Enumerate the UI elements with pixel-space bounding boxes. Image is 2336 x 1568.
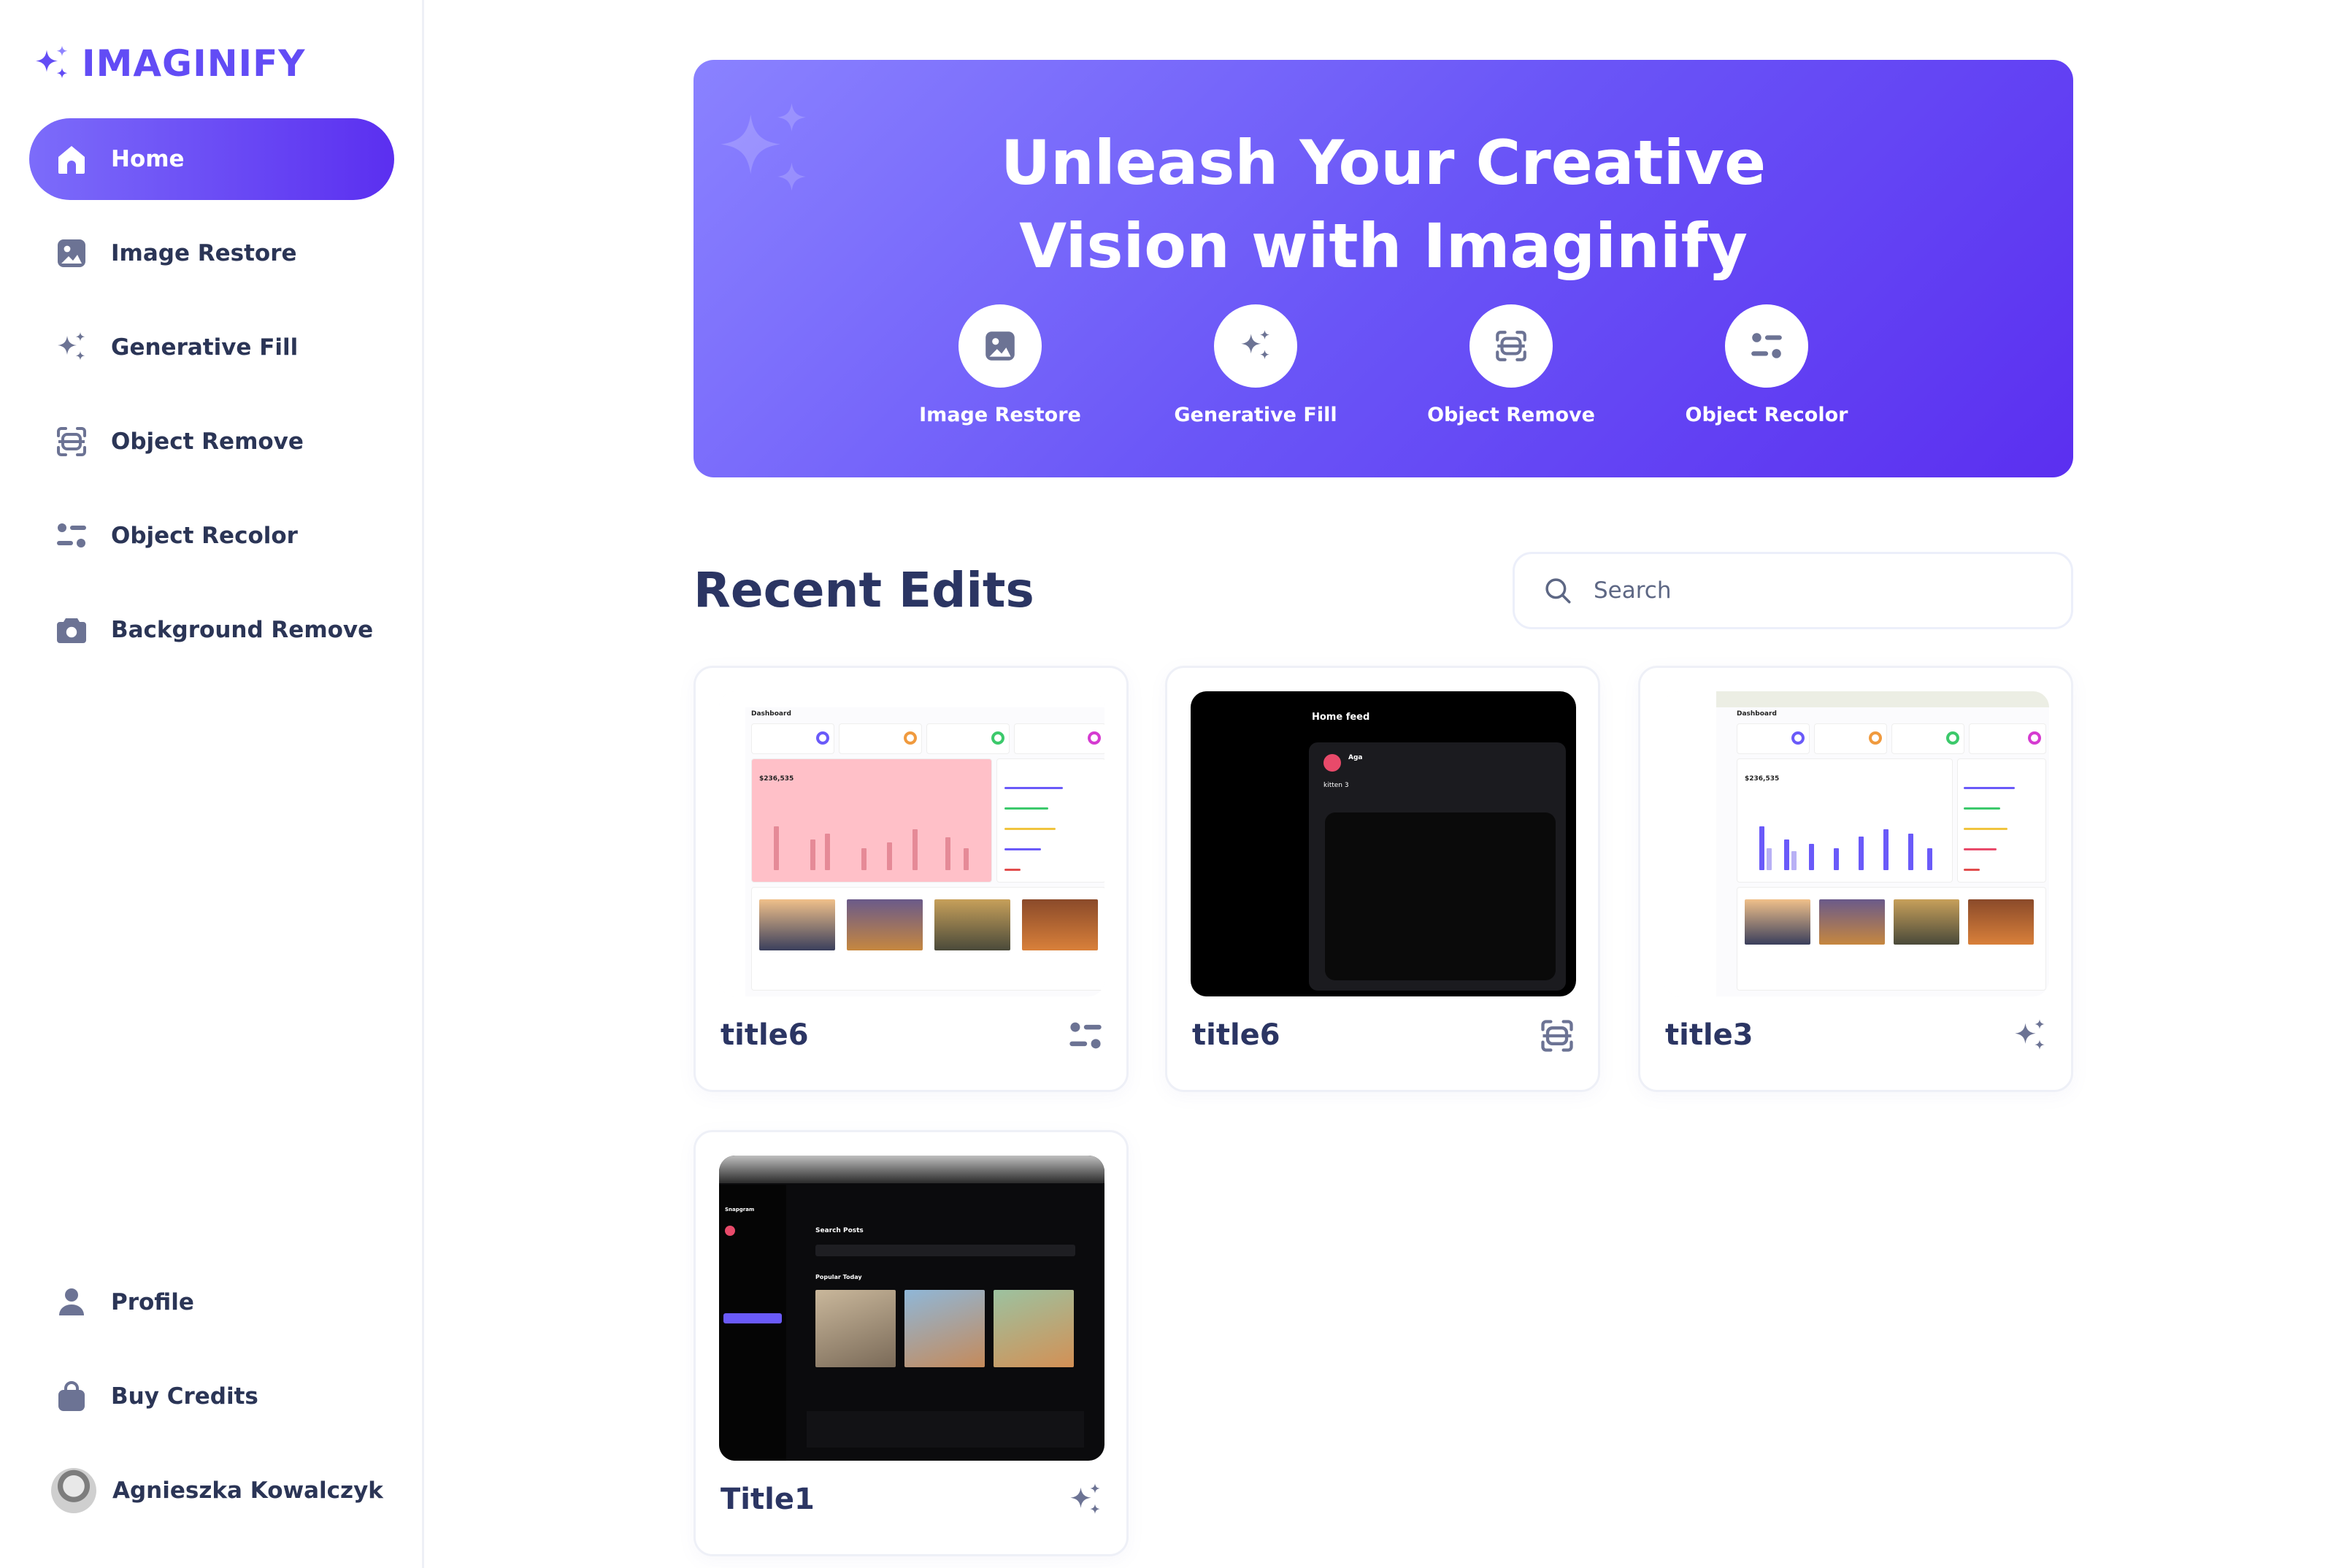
card-title: title6 bbox=[1192, 1018, 1280, 1052]
card-thumbnail: Dashboard $236,535 bbox=[719, 691, 1104, 996]
thumb-heading: Dashboard bbox=[1737, 710, 1777, 718]
sidebar-item-object-recolor[interactable]: Object Recolor bbox=[29, 495, 394, 577]
home-icon bbox=[54, 142, 89, 177]
search-icon bbox=[1542, 575, 1573, 606]
thumb-heading: Search Posts bbox=[815, 1227, 864, 1234]
thumb-revenue: $236,535 bbox=[1745, 775, 1780, 783]
thumb-post-text: kitten 3 bbox=[1323, 782, 1349, 789]
thumb-revenue: $236,535 bbox=[759, 775, 794, 783]
edit-card[interactable]: Snapgram Search Posts Popular Today Titl… bbox=[694, 1130, 1129, 1556]
stars-icon bbox=[1237, 328, 1274, 364]
recent-edits-title: Recent Edits bbox=[694, 562, 1034, 618]
card-thumbnail: Home feed Aga kitten 3 bbox=[1191, 691, 1576, 996]
logo[interactable]: IMAGINIFY bbox=[29, 42, 306, 85]
tool-generative-fill[interactable]: Generative Fill bbox=[1128, 304, 1383, 426]
stars-icon bbox=[2011, 1017, 2049, 1055]
logo-text: IMAGINIFY bbox=[82, 42, 306, 85]
sidebar-item-label: Buy Credits bbox=[111, 1383, 258, 1410]
sidebar-item-label: Background Remove bbox=[111, 617, 374, 643]
scan-icon bbox=[1493, 328, 1529, 364]
sidebar-item-image-restore[interactable]: Image Restore bbox=[29, 212, 394, 294]
tool-label: Object Remove bbox=[1427, 404, 1595, 426]
tool-label: Object Recolor bbox=[1685, 404, 1848, 426]
card-title: Title1 bbox=[721, 1483, 815, 1516]
banner-title-line-1: Unleash Your Creative bbox=[1000, 127, 1767, 199]
thumb-heading: Dashboard bbox=[751, 710, 791, 718]
filter-icon bbox=[54, 518, 89, 553]
stars-icon bbox=[54, 330, 89, 365]
logo-stars-icon bbox=[35, 45, 68, 79]
profile-icon bbox=[54, 1285, 89, 1320]
thumb-heading: Home feed bbox=[1312, 712, 1370, 723]
sidebar-item-label: Generative Fill bbox=[111, 334, 299, 361]
avatar bbox=[51, 1468, 96, 1513]
sidebar-item-label: Profile bbox=[111, 1289, 194, 1315]
search-input[interactable] bbox=[1592, 577, 2033, 604]
tool-circle bbox=[958, 304, 1042, 388]
search-box[interactable] bbox=[1513, 552, 2073, 629]
banner-title: Unleash Your Creative Vision with Imagin… bbox=[694, 121, 2073, 288]
hero-banner: Unleash Your Creative Vision with Imagin… bbox=[694, 60, 2073, 477]
thumb-app-name: Snapgram bbox=[725, 1207, 755, 1212]
image-icon bbox=[54, 236, 89, 271]
tool-label: Generative Fill bbox=[1174, 404, 1337, 426]
card-thumbnail: Snapgram Search Posts Popular Today bbox=[719, 1156, 1104, 1461]
edit-card[interactable]: Dashboard $236,535 bbox=[1638, 666, 2073, 1092]
card-title: title3 bbox=[1665, 1018, 1753, 1052]
card-thumbnail: Dashboard $236,535 bbox=[1664, 691, 2049, 996]
scan-icon bbox=[1538, 1017, 1576, 1055]
sidebar-item-label: Object Recolor bbox=[111, 523, 298, 549]
sidebar-item-buy-credits[interactable]: Buy Credits bbox=[29, 1356, 394, 1437]
sidebar-item-generative-fill[interactable]: Generative Fill bbox=[29, 307, 394, 388]
image-icon bbox=[982, 328, 1018, 364]
edit-card[interactable]: Home feed Aga kitten 3 title6 bbox=[1165, 666, 1600, 1092]
bag-icon bbox=[54, 1379, 89, 1414]
filter-icon bbox=[1748, 328, 1785, 364]
tool-circle bbox=[1469, 304, 1553, 388]
sidebar-item-home[interactable]: Home bbox=[29, 118, 394, 200]
thumb-user: Aga bbox=[1348, 754, 1363, 761]
user-name: Agnieszka Kowalczyk bbox=[112, 1477, 383, 1504]
thumb-section: Popular Today bbox=[815, 1274, 862, 1280]
tool-image-restore[interactable]: Image Restore bbox=[872, 304, 1128, 426]
camera-icon bbox=[54, 612, 89, 647]
sidebar-item-label: Object Remove bbox=[111, 428, 304, 455]
tool-circle bbox=[1214, 304, 1297, 388]
sidebar-bottom-nav: Profile Buy Credits Agnieszka Kowalczyk bbox=[29, 1261, 394, 1532]
user-button[interactable]: Agnieszka Kowalczyk bbox=[29, 1450, 394, 1532]
sidebar-item-profile[interactable]: Profile bbox=[29, 1261, 394, 1343]
sidebar-item-label: Image Restore bbox=[111, 240, 297, 266]
sidebar: IMAGINIFY Home Image Restore Generative … bbox=[0, 0, 424, 1568]
tool-label: Image Restore bbox=[919, 404, 1081, 426]
sidebar-item-object-remove[interactable]: Object Remove bbox=[29, 401, 394, 483]
filter-icon bbox=[1067, 1017, 1104, 1055]
stars-icon bbox=[1067, 1481, 1104, 1519]
sidebar-item-background-remove[interactable]: Background Remove bbox=[29, 589, 394, 671]
tool-object-remove[interactable]: Object Remove bbox=[1383, 304, 1639, 426]
tool-object-recolor[interactable]: Object Recolor bbox=[1639, 304, 1894, 426]
edit-card[interactable]: Dashboard $236,535 bbox=[694, 666, 1129, 1092]
banner-title-line-2: Vision with Imaginify bbox=[1019, 210, 1748, 282]
sidebar-nav: Home Image Restore Generative Fill Objec… bbox=[29, 118, 394, 683]
card-title: title6 bbox=[721, 1018, 809, 1052]
sidebar-item-label: Home bbox=[111, 146, 185, 172]
tool-circle bbox=[1725, 304, 1808, 388]
scan-icon bbox=[54, 424, 89, 459]
banner-tools: Image Restore Generative Fill Object Rem… bbox=[694, 304, 2073, 426]
